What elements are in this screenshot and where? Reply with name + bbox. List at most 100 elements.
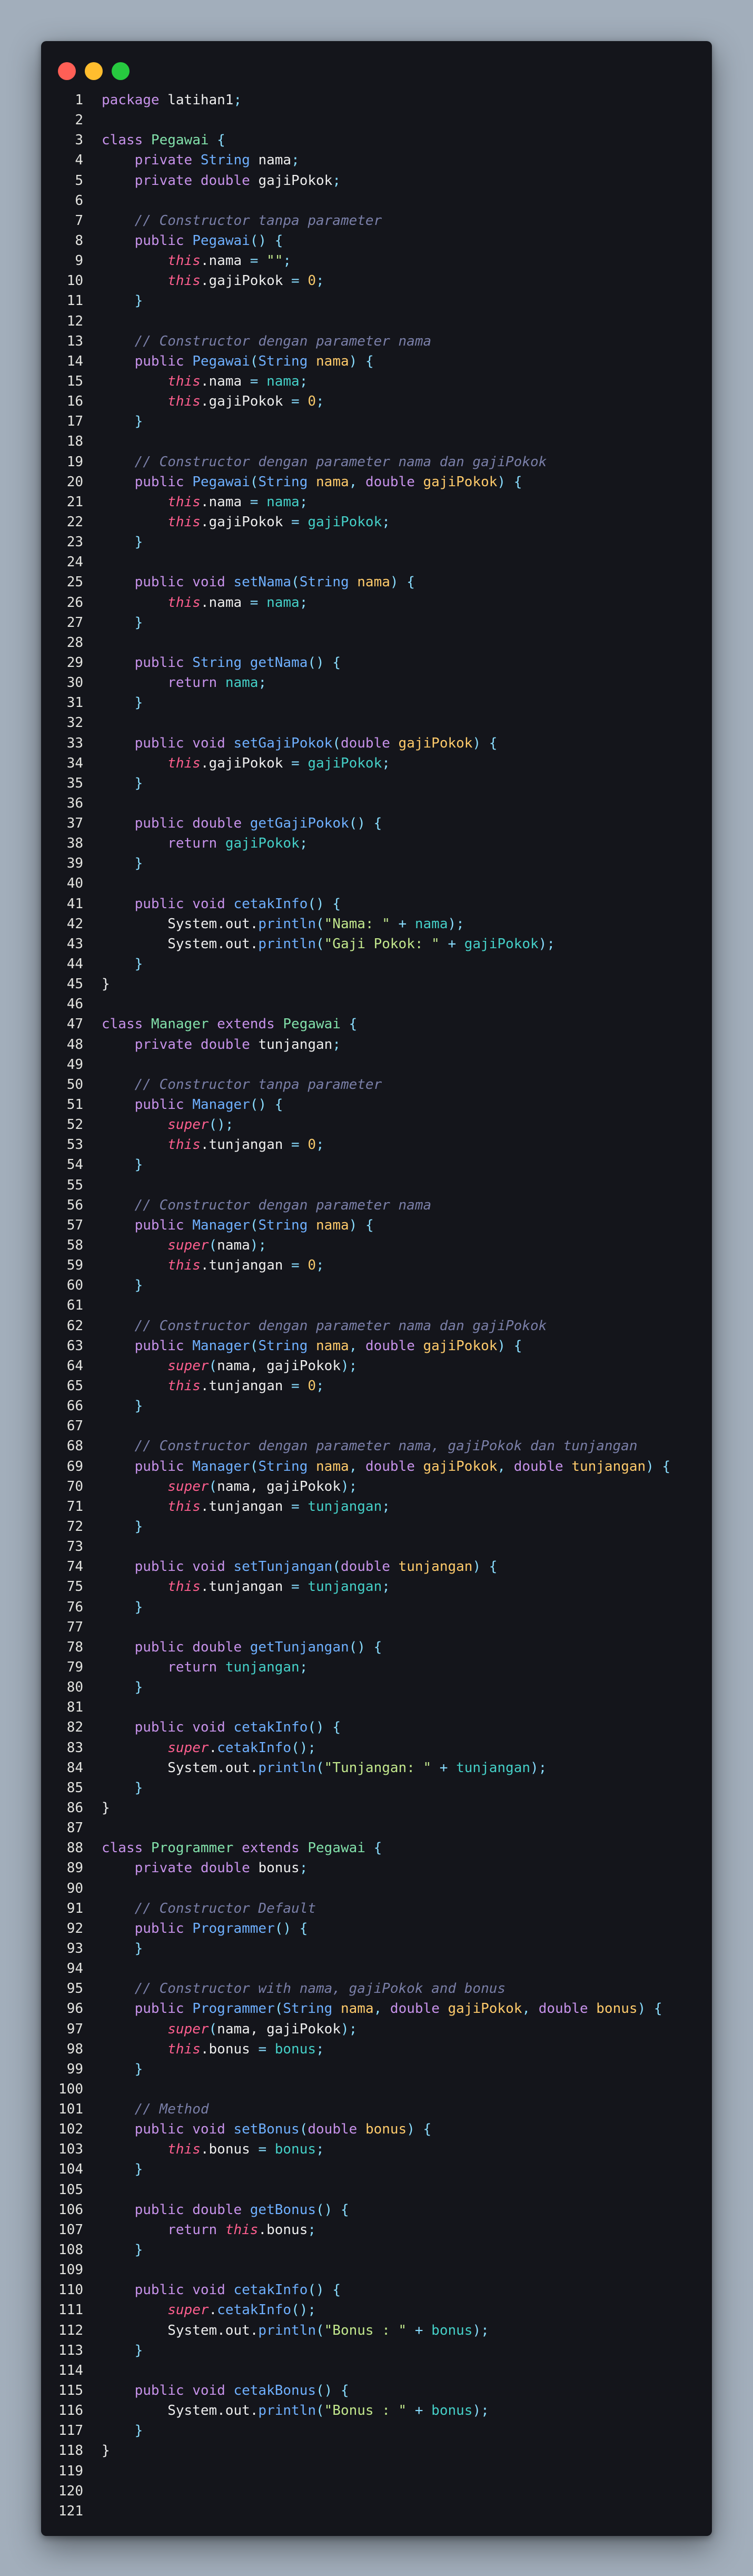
line-number: 59: [66, 1257, 83, 1274]
close-window-button[interactable]: [58, 62, 76, 80]
code-token: }: [134, 1518, 143, 1535]
code-token: ;: [382, 755, 390, 771]
code-token: }: [134, 2342, 143, 2358]
code-token: cetakBonus: [233, 2383, 316, 2399]
line-number: 7: [75, 212, 83, 229]
code-token: +: [431, 1759, 457, 1776]
code-line: 96 public Programmer(String nama, double…: [41, 1999, 712, 2019]
code-token: }: [134, 1779, 143, 1796]
code-token: tunjangan: [225, 1659, 300, 1675]
code-line: 37 public double getGajiPokok() {: [41, 813, 712, 833]
code-token: ;: [382, 514, 390, 530]
code-line: 12: [41, 311, 712, 331]
code-line: 78 public double getTunjangan() {: [41, 1637, 712, 1657]
code-token: );: [472, 2403, 489, 2419]
code-token: Pegawai: [308, 1840, 365, 1856]
code-token: .tunjangan: [200, 1378, 292, 1394]
code-token: ;: [258, 675, 267, 691]
window-titlebar: [41, 41, 712, 94]
code-token: public: [134, 1097, 193, 1113]
line-number: 86: [66, 1800, 83, 1816]
line-number: 10: [66, 273, 83, 289]
maximize-window-button[interactable]: [112, 62, 130, 80]
line-number: 3: [75, 132, 83, 149]
code-token: }: [134, 614, 143, 631]
code-token: );: [530, 1759, 547, 1776]
code-token: double: [365, 1338, 423, 1354]
line-number: 65: [66, 1378, 83, 1394]
code-line: 76 }: [41, 1597, 712, 1617]
code-token: "Tunjangan: ": [324, 1759, 432, 1776]
code-token: =: [291, 394, 308, 410]
code-line: 52 super();: [41, 1115, 712, 1135]
code-token: // Constructor tanpa parameter: [134, 1076, 382, 1093]
code-token: bonus: [365, 2121, 407, 2138]
code-token: gajiPokok: [423, 1458, 498, 1474]
code-token: double: [513, 1458, 572, 1474]
code-token: public void: [134, 896, 234, 912]
code-token: this: [167, 394, 201, 410]
code-token: ;: [233, 92, 242, 108]
code-token: cetakInfo: [233, 1719, 308, 1736]
code-token: ,: [349, 474, 365, 490]
code-token: String: [258, 1338, 316, 1354]
code-token: super: [167, 1237, 209, 1254]
line-number: 95: [66, 1981, 83, 1997]
code-token: (: [332, 735, 341, 751]
line-number: 38: [66, 835, 83, 852]
code-token: tunjangan: [398, 1559, 473, 1575]
code-token: System.out.: [102, 1759, 259, 1776]
code-token: bonus: [258, 1860, 300, 1876]
code-token: }: [102, 1800, 110, 1816]
line-number: 77: [66, 1619, 83, 1635]
code-token: =: [258, 2041, 275, 2057]
line-number: 98: [66, 2041, 83, 2057]
code-token: ;: [316, 2141, 324, 2158]
code-token: +: [407, 2403, 432, 2419]
code-token: private double: [134, 172, 259, 189]
code-line: 91 // Constructor Default: [41, 1899, 712, 1919]
code-line: 67: [41, 1416, 712, 1436]
code-token: .nama: [200, 594, 250, 611]
minimize-window-button[interactable]: [85, 62, 103, 80]
code-token: bonus: [596, 2001, 638, 2017]
code-line: 11 }: [41, 291, 712, 311]
code-line: 16 this.gajiPokok = 0;: [41, 391, 712, 411]
code-token: setNama: [233, 574, 292, 591]
line-number: 93: [66, 1940, 83, 1956]
code-token: gajiPokok: [423, 474, 498, 490]
code-line: 73: [41, 1537, 712, 1557]
code-token: gajiPokok: [448, 2001, 522, 2017]
code-line: 65 this.tunjangan = 0;: [41, 1376, 712, 1396]
code-token: ,: [522, 2001, 539, 2017]
code-line: 90: [41, 1879, 712, 1899]
line-number: 81: [66, 1699, 83, 1716]
code-token: +: [439, 936, 464, 952]
code-token: public double: [134, 2201, 250, 2218]
code-token: =: [250, 373, 267, 389]
line-number: 108: [58, 2242, 83, 2258]
code-token: =: [291, 1579, 308, 1595]
code-token: (: [316, 2403, 324, 2419]
code-line: 107 return this.bonus;: [41, 2220, 712, 2240]
code-line: 88 class Programmer extends Pegawai {: [41, 1838, 712, 1858]
line-number: 6: [75, 192, 83, 209]
code-line: 69 public Manager(String nama, double ga…: [41, 1457, 712, 1477]
code-token: .nama: [200, 253, 250, 269]
code-token: gajiPokok: [464, 936, 539, 952]
code-line: 31 }: [41, 693, 712, 713]
